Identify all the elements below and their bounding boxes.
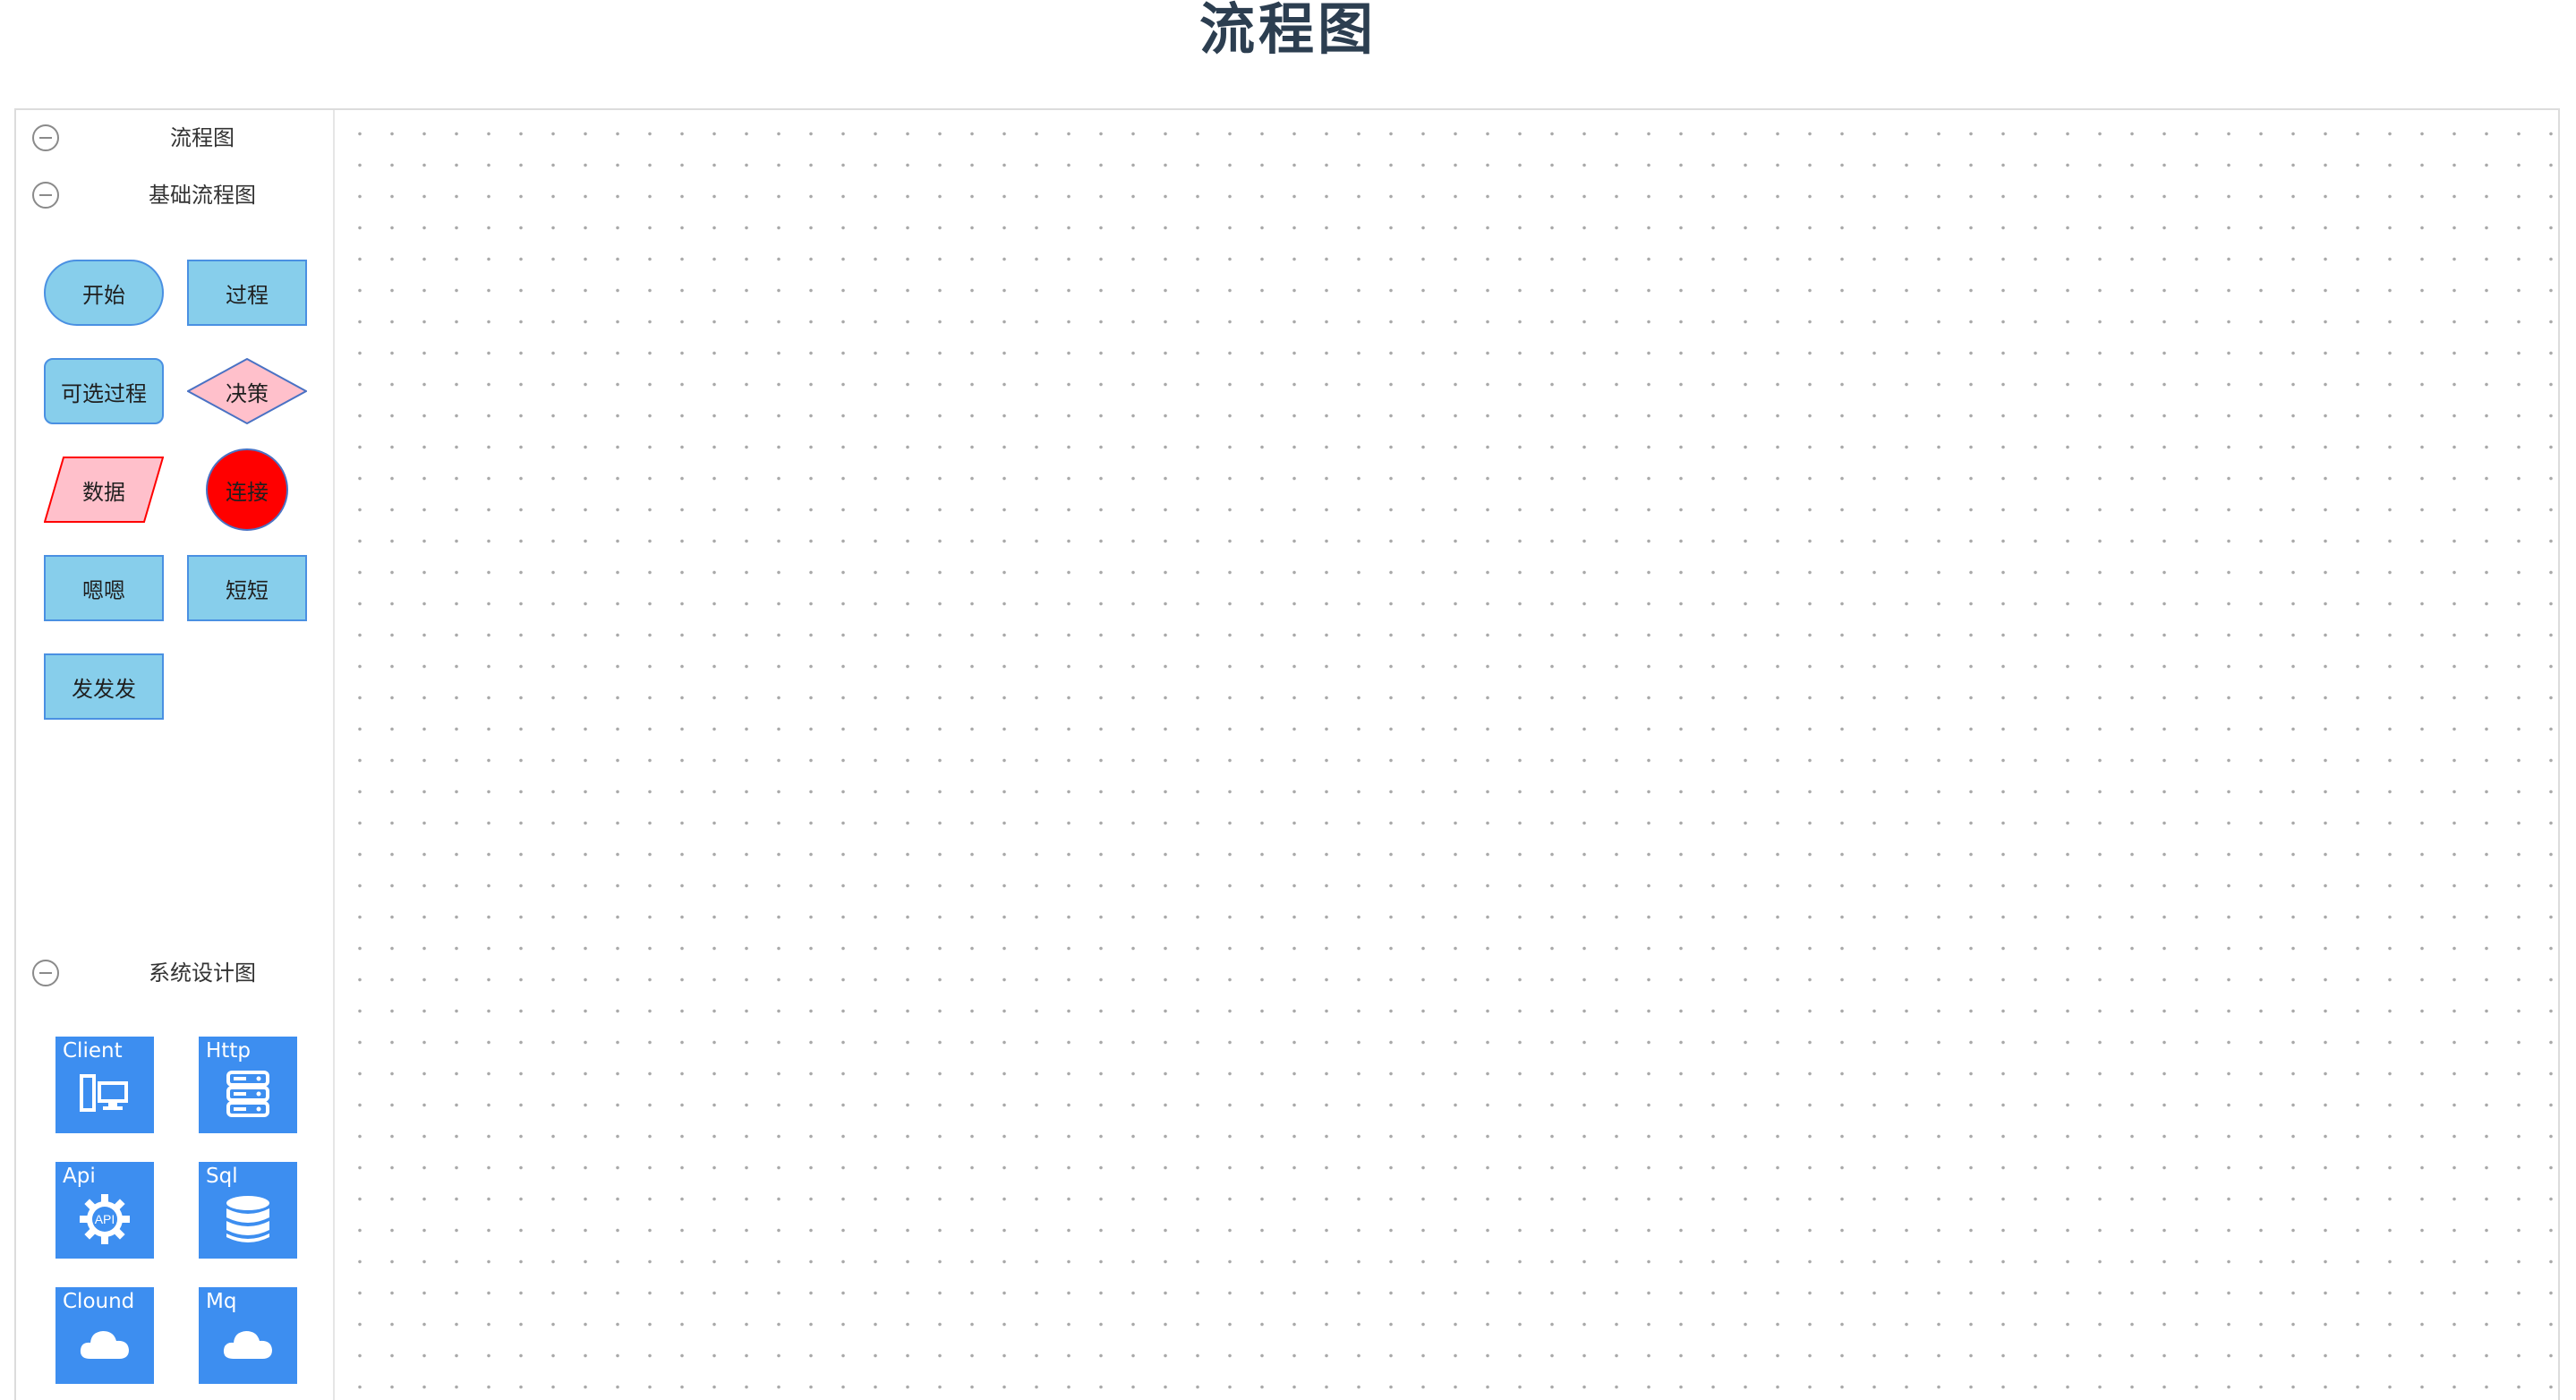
group-title: 流程图 <box>170 125 235 150</box>
group-header-basic-flowchart[interactable]: 基础流程图 <box>16 179 335 215</box>
minus-circle-icon[interactable] <box>32 182 59 209</box>
group-header-flowchart[interactable]: 流程图 <box>16 122 335 158</box>
tile-api[interactable]: Api API <box>55 1162 154 1259</box>
shape-process-fafafa[interactable]: 发发发 <box>44 653 164 720</box>
group-title: 基础流程图 <box>149 183 256 208</box>
shape-decision[interactable]: 决策 <box>187 358 307 424</box>
shape-label: 数据 <box>82 479 125 505</box>
client-device-icon <box>80 1074 128 1112</box>
drawing-canvas[interactable] <box>335 110 2558 1400</box>
group-title: 系统设计图 <box>149 960 256 986</box>
shape-process[interactable]: 过程 <box>187 260 307 326</box>
shape-label: 可选过程 <box>61 380 147 406</box>
tile-sql[interactable]: Sql <box>199 1162 297 1259</box>
shape-label: 过程 <box>226 282 269 308</box>
api-icon-text: API <box>95 1212 115 1226</box>
page-title: 流程图 <box>1198 0 1377 62</box>
group-header-system-design[interactable]: 系统设计图 <box>16 957 335 993</box>
tile-label: Http <box>206 1039 251 1063</box>
shape-label: 嗯嗯 <box>82 577 125 603</box>
shape-start[interactable]: 开始 <box>44 260 164 326</box>
tile-http[interactable]: Http <box>199 1037 297 1133</box>
tile-label: Sql <box>206 1165 238 1188</box>
flowchart-editor: 流程图 基础流程图 开始 过程 可选过程 决策 数据 连接 嗯嗯 短短 发发发 … <box>14 108 2560 1400</box>
tile-label: Api <box>63 1165 96 1188</box>
stencil-sidebar: 流程图 基础流程图 开始 过程 可选过程 决策 数据 连接 嗯嗯 短短 发发发 … <box>16 110 335 1400</box>
shape-process-enen[interactable]: 嗯嗯 <box>44 555 164 621</box>
cloud-icon <box>223 1331 272 1359</box>
shape-alternate-process[interactable]: 可选过程 <box>44 358 164 424</box>
minus-circle-icon[interactable] <box>32 124 59 151</box>
tile-mq[interactable]: Mq <box>199 1287 297 1384</box>
shape-label: 发发发 <box>72 676 136 702</box>
tile-clound[interactable]: Clound <box>55 1287 154 1384</box>
database-icon <box>226 1196 269 1242</box>
shape-data[interactable]: 数据 <box>44 457 164 523</box>
shape-label: 短短 <box>226 577 269 603</box>
server-icon <box>226 1071 269 1117</box>
tile-label: Clound <box>63 1290 135 1313</box>
cloud-icon <box>80 1331 129 1359</box>
minus-circle-icon[interactable] <box>32 960 59 986</box>
shape-connector[interactable]: 连接 <box>206 448 288 531</box>
shape-label: 开始 <box>82 282 125 308</box>
shape-process-duanduan[interactable]: 短短 <box>187 555 307 621</box>
tile-label: Client <box>63 1039 123 1063</box>
shape-label: 连接 <box>226 479 269 505</box>
shape-label: 决策 <box>226 380 269 406</box>
api-gear-icon: API <box>80 1194 130 1244</box>
tile-label: Mq <box>206 1290 237 1313</box>
tile-client[interactable]: Client <box>55 1037 154 1133</box>
